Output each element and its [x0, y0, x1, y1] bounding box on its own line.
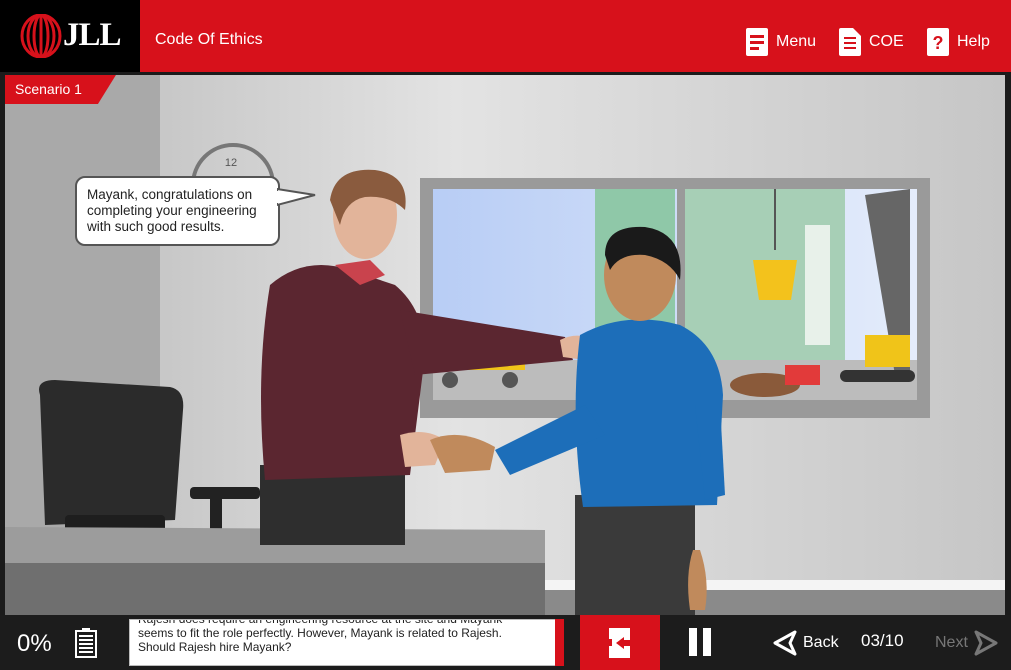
- course-title: Code Of Ethics: [155, 31, 263, 48]
- menu-icon: [746, 28, 768, 56]
- menu-label: Menu: [776, 33, 817, 50]
- clock-number: 12: [225, 157, 237, 169]
- scenario-label: Scenario 1: [5, 75, 116, 104]
- scene-illustration: 12: [5, 75, 1005, 615]
- caption-scrollbar-thumb[interactable]: [555, 619, 564, 666]
- back-label: Back: [803, 634, 839, 651]
- scenario-stage: 12 Scenario 1 Mayank, congratulations on…: [5, 75, 1005, 615]
- footer-bar: 0% Rajesh does require an engineering re…: [0, 615, 1011, 670]
- speech-bubble-tail: [277, 187, 316, 207]
- caption-box[interactable]: Rajesh does require an engineering resou…: [129, 619, 556, 666]
- coe-label: COE: [869, 33, 904, 50]
- caption-scrollbar[interactable]: [555, 619, 564, 666]
- back-arrow-icon: [773, 630, 797, 656]
- pause-button[interactable]: [686, 628, 714, 658]
- help-button[interactable]: ? Help: [927, 27, 990, 57]
- logo-text: JLL: [63, 17, 122, 53]
- document-icon: [839, 28, 861, 56]
- speech-bubble-text: Mayank, congratulations on completing yo…: [87, 187, 257, 234]
- pause-icon-bar-left: [689, 628, 697, 656]
- progress-battery-icon: [75, 628, 97, 658]
- pause-icon-bar-right: [703, 628, 711, 656]
- jll-logo: JLL: [0, 0, 140, 72]
- caption-text: Rajesh does require an engineering resou…: [138, 619, 503, 654]
- next-label: Next: [935, 634, 968, 651]
- page-counter: 03/10: [861, 631, 904, 650]
- back-button[interactable]: Back: [773, 629, 839, 657]
- header-bar: JLL Code Of Ethics Menu COE ? Help: [0, 0, 1011, 72]
- menu-button[interactable]: Menu: [746, 27, 816, 57]
- exit-icon: [609, 628, 632, 658]
- svg-text:?: ?: [933, 33, 944, 53]
- help-label: Help: [957, 33, 990, 50]
- speech-bubble: Mayank, congratulations on completing yo…: [75, 176, 280, 246]
- jll-logo-icon: [20, 14, 62, 58]
- next-button[interactable]: Next: [935, 629, 998, 657]
- coe-button[interactable]: COE: [839, 27, 904, 57]
- next-arrow-icon: [974, 630, 998, 656]
- exit-button[interactable]: [580, 615, 660, 670]
- progress-percent: 0%: [17, 630, 52, 657]
- help-icon: ?: [927, 28, 949, 56]
